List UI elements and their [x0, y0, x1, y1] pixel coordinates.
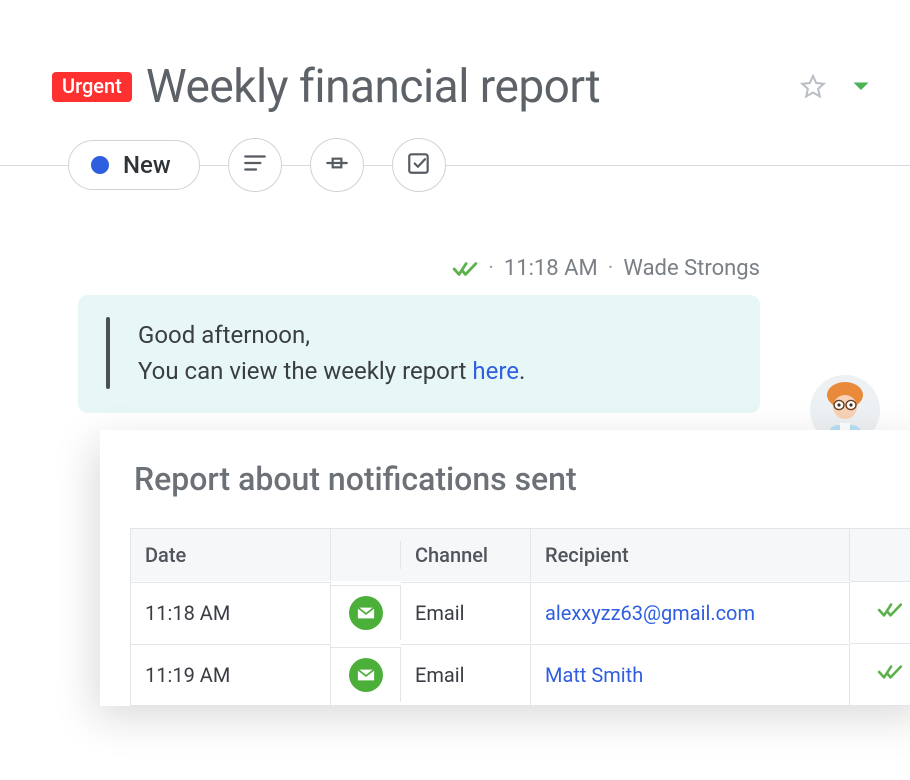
col-icon [331, 541, 401, 569]
chevron-down-icon[interactable] [852, 78, 870, 96]
page-title: Weekly financial report [146, 60, 772, 114]
cell-channel-icon [331, 585, 401, 640]
table-row[interactable]: 11:19 AM Email Matt Smith [131, 643, 910, 705]
title-actions [798, 72, 870, 102]
cell-date: 11:19 AM [131, 644, 331, 705]
cell-recipient[interactable]: Matt Smith [531, 644, 850, 705]
double-check-icon [877, 662, 903, 687]
message-greeting: Good afternoon, [138, 321, 310, 349]
check-button[interactable] [392, 138, 446, 192]
align-icon [324, 150, 350, 180]
double-check-icon [877, 600, 903, 625]
message-area: · 11:18 AM · Wade Strongs Good afternoon… [0, 196, 910, 413]
check-square-icon [406, 150, 432, 180]
col-channel: Channel [401, 529, 531, 581]
status-dot-icon [91, 156, 109, 174]
report-table: Date Channel Recipient 11:18 AM Email al… [130, 528, 910, 706]
message-text: Good afternoon, You can view the weekly … [138, 317, 525, 389]
cell-channel: Email [401, 644, 531, 705]
list-icon [242, 150, 268, 180]
report-link[interactable]: here [472, 357, 519, 385]
report-title: Report about notifications sent [134, 460, 910, 498]
meta-separator: · [608, 256, 614, 281]
message-meta: · 11:18 AM · Wade Strongs [78, 256, 760, 281]
cell-status [850, 581, 910, 643]
status-pill[interactable]: New [68, 140, 200, 190]
status-label: New [123, 151, 171, 179]
double-check-icon [452, 258, 478, 280]
quote-bar [106, 317, 110, 389]
message-line-suffix: . [519, 357, 525, 385]
table-header: Date Channel Recipient [131, 529, 910, 581]
col-recipient: Recipient [531, 529, 850, 581]
email-icon [349, 658, 383, 692]
report-panel: Report about notifications sent Date Cha… [100, 430, 910, 706]
cell-status [850, 643, 910, 705]
message-time: 11:18 AM [504, 256, 598, 281]
align-button[interactable] [310, 138, 364, 192]
message-author: Wade Strongs [623, 256, 760, 281]
meta-separator: · [488, 256, 494, 281]
cell-recipient[interactable]: alexxyzz63@gmail.com [531, 582, 850, 643]
list-button[interactable] [228, 138, 282, 192]
col-date: Date [131, 529, 331, 581]
email-icon [349, 596, 383, 630]
cell-channel-icon [331, 647, 401, 702]
cell-date: 11:18 AM [131, 582, 331, 643]
star-icon[interactable] [798, 72, 828, 102]
cell-channel: Email [401, 582, 531, 643]
message-body: Good afternoon, You can view the weekly … [78, 295, 760, 413]
col-status [850, 541, 910, 569]
table-row[interactable]: 11:18 AM Email alexxyzz63@gmail.com [131, 581, 910, 643]
urgent-badge: Urgent [52, 72, 132, 102]
message-line-prefix: You can view the weekly report [138, 357, 472, 385]
title-header: Urgent Weekly financial report [0, 0, 910, 134]
toolbar: New [0, 134, 910, 196]
